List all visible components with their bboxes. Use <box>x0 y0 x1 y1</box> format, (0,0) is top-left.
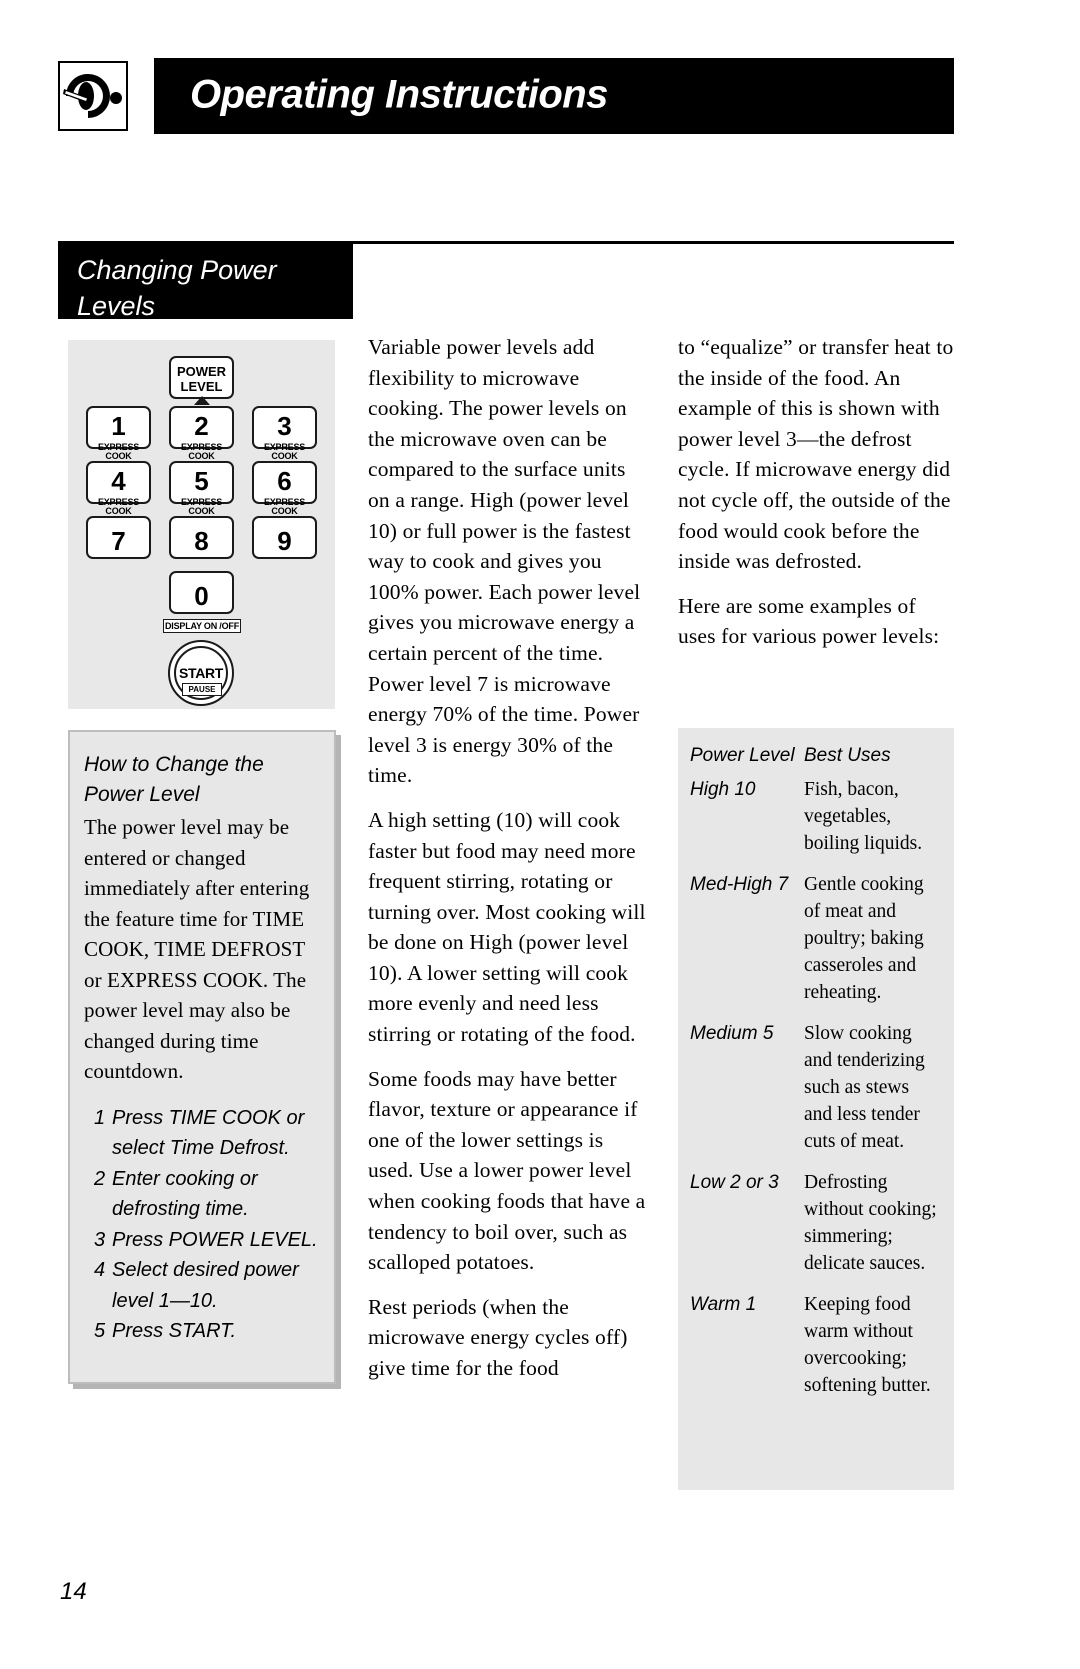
how-to-step: 3 Press POWER LEVEL. <box>84 1225 320 1256</box>
keypad-key-4: 4 EXPRESS COOK <box>86 461 151 516</box>
table-cell-level: Med-High 7 <box>690 874 789 895</box>
how-to-title: How to Change the Power Level <box>84 753 264 806</box>
keypad-key-6-number: 6 <box>277 466 292 496</box>
how-to-step: 5 Press START. <box>84 1316 320 1347</box>
keypad-key-9-number: 9 <box>277 526 292 556</box>
body-paragraph: to “equalize” or transfer heat to the in… <box>678 335 954 574</box>
table-header-row: Power Level Best Uses <box>690 742 942 770</box>
how-to-step-number: 5 <box>94 1320 106 1342</box>
display-on-off-label: DISPLAY ON /OFF <box>163 619 241 633</box>
keypad-key-3-sublabel: EXPRESS COOK <box>263 442 306 461</box>
power-level-key-pointer <box>194 396 210 405</box>
section-tab: Changing Power Levels <box>58 244 353 321</box>
table-cell-level: Warm 1 <box>690 1294 757 1315</box>
power-level-key-line2: LEVEL <box>180 379 223 394</box>
keypad-key-6-sublabel: EXPRESS COOK <box>263 497 306 516</box>
keypad-key-4-number: 4 <box>111 466 126 496</box>
power-level-key: POWER LEVEL <box>169 356 234 399</box>
table-cell-use: Fish, bacon, vegetables, boiling liquids… <box>804 779 923 854</box>
keypad-key-4-sublabel: EXPRESS COOK <box>97 497 140 516</box>
table-row: Med-High 7 Gentle cooking of meat and po… <box>690 871 942 1006</box>
keypad-key-2-sublabel: EXPRESS COOK <box>180 442 223 461</box>
table-header-best-uses: Best Uses <box>804 745 891 766</box>
how-to-body: The power level may be entered or change… <box>84 815 310 1083</box>
page-title: Operating Instructions <box>190 72 608 117</box>
pause-label: PAUSE <box>182 683 222 696</box>
table-cell-use: Defrosting without cooking; simmering; d… <box>804 1172 937 1274</box>
keypad-key-3: 3 EXPRESS COOK <box>252 406 317 461</box>
start-button-illustration: START <box>168 640 234 706</box>
table-row: Low 2 or 3 Defrosting without cooking; s… <box>690 1169 942 1277</box>
body-paragraph: Variable power levels add flexibility to… <box>368 335 641 788</box>
keypad-key-1-number: 1 <box>111 411 126 441</box>
how-to-change-power-level-box: How to Change the Power Level The power … <box>68 730 336 1384</box>
table-row: Medium 5 Slow cooking and tenderizing su… <box>690 1020 942 1155</box>
keypad-key-1-sublabel: EXPRESS COOK <box>97 442 140 461</box>
how-to-step-text: Select desired power level 1—10. <box>112 1259 299 1312</box>
keypad-key-9: 9 <box>252 516 317 559</box>
manual-page: Operating Instructions Changing Power Le… <box>0 0 1080 1669</box>
keypad-key-5-number: 5 <box>194 466 209 496</box>
header-bar: Operating Instructions <box>154 58 954 134</box>
keypad-key-3-number: 3 <box>277 411 292 441</box>
keypad-key-5-sublabel: EXPRESS COOK <box>180 497 223 516</box>
keypad-key-0: 0 <box>169 571 234 614</box>
how-to-step: 2 Enter cooking or defrosting time. <box>84 1164 320 1225</box>
page-number: 14 <box>60 1578 87 1605</box>
how-to-step-number: 4 <box>94 1259 106 1281</box>
body-paragraph: Rest periods (when the microwave energy … <box>368 1294 628 1380</box>
section-tab-label: Changing Power Levels <box>77 255 277 321</box>
how-to-step-number: 2 <box>94 1167 106 1190</box>
table-cell-level: Low 2 or 3 <box>690 1172 779 1193</box>
how-to-steps: 1 Press TIME COOK or select Time Defrost… <box>84 1103 320 1347</box>
keypad-key-2: 2 EXPRESS COOK <box>169 406 234 461</box>
body-paragraph: A high setting (10) will cook faster but… <box>368 807 646 1047</box>
how-to-step-number: 3 <box>94 1228 106 1251</box>
body-paragraph: Here are some examples of uses for vario… <box>678 593 940 649</box>
keypad-key-2-number: 2 <box>194 411 209 441</box>
keypad-key-1: 1 EXPRESS COOK <box>86 406 151 461</box>
body-column-middle: Variable power levels add flexibility to… <box>368 332 650 1398</box>
how-to-step-text: Enter cooking or defrosting time. <box>112 1167 258 1221</box>
table-cell-use: Gentle cooking of meat and poultry; baki… <box>804 874 924 1003</box>
how-to-step-text: Press POWER LEVEL. <box>112 1228 318 1251</box>
table-cell-use: Keeping food warm without overcooking; s… <box>804 1294 931 1396</box>
table-row: High 10 Fish, bacon, vegetables, boiling… <box>690 776 942 857</box>
keypad-key-5: 5 EXPRESS COOK <box>169 461 234 516</box>
table-cell-level: Medium 5 <box>690 1023 774 1044</box>
body-paragraph: Some foods may have better flavor, textu… <box>368 1066 646 1275</box>
keypad-key-0-number: 0 <box>194 581 209 611</box>
keypad-key-7: 7 <box>86 516 151 559</box>
microwave-door-knob-icon <box>58 61 128 131</box>
keypad-key-7-number: 7 <box>111 526 126 556</box>
how-to-step-text: Press TIME COOK or select Time Defrost. <box>112 1106 305 1160</box>
power-level-best-uses-table: Power Level Best Uses High 10 Fish, baco… <box>678 728 954 1490</box>
keypad-illustration: POWER LEVEL 1 EXPRESS COOK 2 EXPRESS COO… <box>68 340 335 709</box>
how-to-step-number: 1 <box>94 1106 106 1129</box>
keypad-key-8-number: 8 <box>194 526 209 556</box>
how-to-step: 4 Select desired power level 1—10. <box>84 1255 320 1316</box>
how-to-step-text: Press START. <box>112 1320 237 1342</box>
table-cell-use: Slow cooking and tenderizing such as ste… <box>804 1023 925 1152</box>
table-header-power-level: Power Level <box>690 745 795 766</box>
keypad-key-6: 6 EXPRESS COOK <box>252 461 317 516</box>
table-cell-level: High 10 <box>690 779 756 800</box>
keypad-key-8: 8 <box>169 516 234 559</box>
how-to-step: 1 Press TIME COOK or select Time Defrost… <box>84 1103 320 1164</box>
table-row: Warm 1 Keeping food warm without overcoo… <box>690 1291 942 1399</box>
page-header: Operating Instructions <box>58 58 954 134</box>
power-level-key-line1: POWER <box>176 364 227 379</box>
body-column-right: to “equalize” or transfer heat to the in… <box>678 332 954 666</box>
